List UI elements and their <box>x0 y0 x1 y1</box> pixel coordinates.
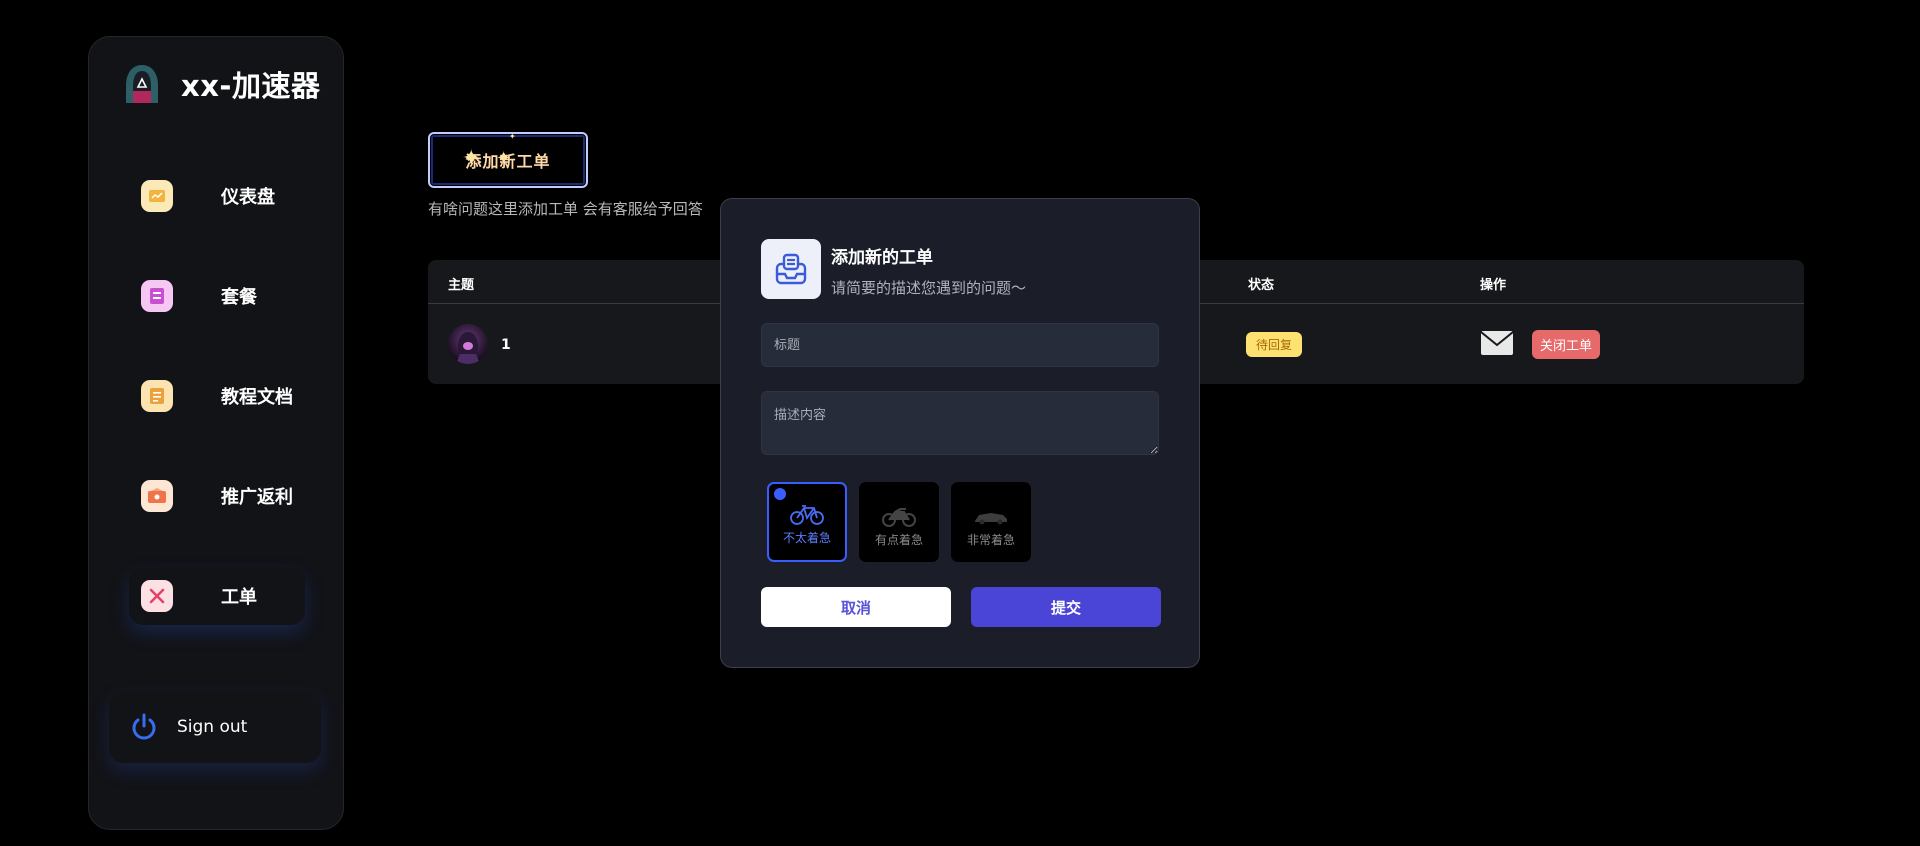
brand-title: xx-加速器 <box>181 69 321 103</box>
sidebar-item-label: 工单 <box>221 587 257 608</box>
sidebar-item-dashboard[interactable]: 仪表盘 <box>129 167 309 225</box>
sparkle-icon: ✦ <box>496 148 512 169</box>
sidebar-item-package[interactable]: 套餐 <box>129 267 309 325</box>
sidebar-item-docs[interactable]: 教程文档 <box>129 367 309 425</box>
brand: xx-加速器 <box>121 63 320 105</box>
sidebar-item-label: 套餐 <box>221 287 257 308</box>
submit-button[interactable]: 提交 <box>971 587 1161 627</box>
hooded-figure-logo <box>126 65 158 103</box>
sidebar-item-label: 教程文档 <box>221 387 293 408</box>
sidebar-item-tickets[interactable]: 工单 <box>129 567 305 625</box>
ticket-subject: 1 <box>501 337 511 353</box>
sidebar-item-promotion[interactable]: 推广返利 <box>129 467 309 525</box>
promotion-icon <box>141 480 173 512</box>
motorcycle-icon <box>882 508 916 527</box>
sidebar-item-label: 仪表盘 <box>221 187 275 208</box>
inbox-icon <box>761 239 821 299</box>
sparkle-icon: ✦ <box>509 132 516 141</box>
document-icon <box>141 380 173 412</box>
cancel-button[interactable]: 取消 <box>761 587 951 627</box>
sidebar: xx-加速器 仪表盘 套餐 教程文档 推广返利 工单 Sign out <box>88 36 344 830</box>
status-badge: 待回复 <box>1246 332 1303 357</box>
column-header-status: 状态 <box>1248 278 1275 293</box>
page-hint: 有啥问题这里添加工单 会有客服给予回答 <box>428 200 703 218</box>
column-header-subject: 主题 <box>448 278 475 293</box>
add-ticket-button[interactable]: ✦ ✦ ✦ 添加新工单 <box>428 132 588 188</box>
ticket-description-input[interactable] <box>761 391 1159 455</box>
radio-selected-indicator <box>774 488 786 500</box>
mail-icon[interactable] <box>1480 330 1514 356</box>
sparkle-icon: ✦ <box>462 146 481 171</box>
ticket-title-input[interactable] <box>761 323 1159 367</box>
power-icon <box>132 713 156 740</box>
modal-subtitle: 请简要的描述您遇到的问题～ <box>831 279 1027 297</box>
urgency-label: 不太着急 <box>782 531 831 545</box>
modal-title: 添加新的工单 <box>831 248 933 268</box>
tools-icon <box>141 580 173 612</box>
sidebar-item-label: 推广返利 <box>221 487 293 508</box>
avatar <box>448 324 488 364</box>
dashboard-icon <box>141 180 173 212</box>
bicycle-icon <box>790 505 824 525</box>
urgency-label: 非常着急 <box>966 533 1015 547</box>
add-ticket-modal: 添加新的工单 请简要的描述您遇到的问题～ 不太着急 有点着急 非常着急 取消 提… <box>720 198 1200 668</box>
sign-out-button[interactable]: Sign out <box>109 691 321 763</box>
sign-out-label: Sign out <box>177 717 248 737</box>
close-ticket-button[interactable]: 关闭工单 <box>1532 330 1601 359</box>
package-icon <box>141 280 173 312</box>
urgency-option-low[interactable]: 不太着急 <box>767 482 847 562</box>
urgency-label: 有点着急 <box>874 533 923 547</box>
urgency-option-medium[interactable]: 有点着急 <box>859 482 939 562</box>
urgency-option-high[interactable]: 非常着急 <box>951 482 1031 562</box>
column-header-actions: 操作 <box>1480 278 1507 293</box>
race-car-icon <box>975 513 1007 525</box>
